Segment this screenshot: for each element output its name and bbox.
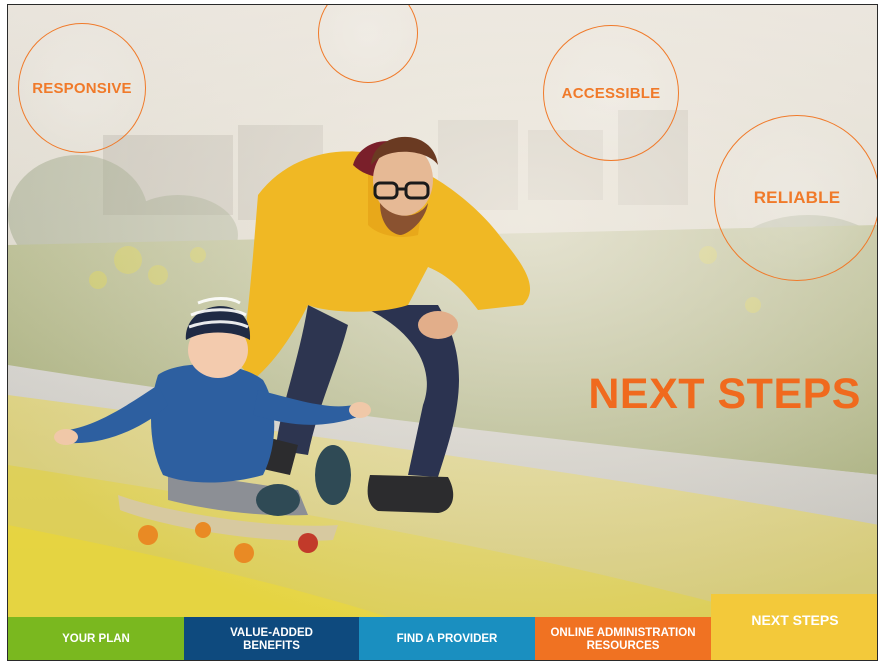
tab-online-administration-resources-label: ONLINE ADMINISTRATION RESOURCES	[550, 626, 696, 652]
slide-frame: RESPONSIVE ACCESSIBLE RELIABLE NEXT STEP…	[7, 4, 878, 661]
tab-online-administration-resources[interactable]: ONLINE ADMINISTRATION RESOURCES	[535, 617, 711, 660]
tab-your-plan-label: YOUR PLAN	[62, 633, 130, 645]
bottom-tab-bar: YOUR PLAN VALUE-ADDED BENEFITS FIND A PR…	[8, 594, 877, 660]
tab-value-added-benefits[interactable]: VALUE-ADDED BENEFITS	[184, 617, 359, 660]
tab-next-steps-label: NEXT STEPS	[751, 612, 839, 628]
tab-your-plan[interactable]: YOUR PLAN	[8, 617, 184, 660]
bubble-reliable-label: RELIABLE	[753, 188, 841, 207]
tab-find-a-provider-label: FIND A PROVIDER	[396, 633, 498, 645]
tab-find-a-provider[interactable]: FIND A PROVIDER	[359, 617, 535, 660]
bubble-accessible: ACCESSIBLE	[543, 25, 679, 161]
bubble-responsive-label: RESPONSIVE	[32, 79, 132, 97]
bubble-accessible-label: ACCESSIBLE	[561, 84, 661, 102]
tab-value-added-benefits-label: VALUE-ADDED BENEFITS	[230, 626, 313, 652]
bubble-reliable: RELIABLE	[714, 115, 877, 281]
hero-photo: RESPONSIVE ACCESSIBLE RELIABLE NEXT STEP…	[8, 5, 877, 617]
headline-next-steps: NEXT STEPS	[588, 370, 861, 418]
tab-next-steps[interactable]: NEXT STEPS	[711, 594, 877, 660]
bubble-responsive: RESPONSIVE	[18, 23, 146, 153]
